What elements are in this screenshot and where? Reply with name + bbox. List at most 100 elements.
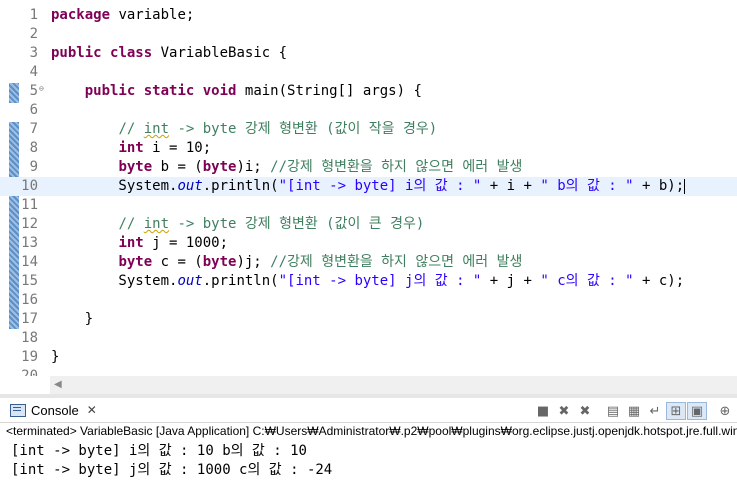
line-number: 11: [21, 197, 38, 213]
line-number: 18: [21, 330, 38, 346]
keyword-token: int: [118, 235, 144, 251]
code-editor[interactable]: 1 package variable; 2 3 public class Variabl…: [0, 0, 737, 376]
clear-console-icon[interactable]: ▤: [603, 402, 623, 420]
line-number: 14: [21, 254, 38, 270]
keyword-token: static: [143, 83, 195, 99]
console-toolbar: ■ ✖ ✖ ▤ ▦ ↵ ⊞ ▣ ⊕: [533, 401, 735, 421]
code-line[interactable]: 6: [0, 101, 737, 120]
line-number: 16: [21, 292, 38, 308]
code-text: )i;: [236, 159, 271, 175]
keyword-token: public: [84, 83, 136, 99]
code-text: main(String[] args) {: [236, 83, 422, 99]
code-line[interactable]: 15 System.out.println("[int -> byte] j의 …: [0, 272, 737, 291]
toolbar-separator: [596, 402, 602, 420]
code-line[interactable]: 8 int i = 10;: [0, 139, 737, 158]
code-text: i = 10;: [143, 140, 212, 156]
code-text: b = (: [152, 159, 203, 175]
comment-token: //강제 형변환을 하지 않으면 에러 발생: [270, 159, 523, 175]
code-text: .println(: [202, 273, 279, 289]
code-text: + c);: [633, 273, 685, 289]
code-line[interactable]: 7 // int -> byte 강제 형변환 (값이 작을 경우): [0, 120, 737, 139]
code-line[interactable]: 13 int j = 1000;: [0, 234, 737, 253]
remove-launch-icon[interactable]: ✖: [554, 402, 574, 420]
comment-token: //: [118, 216, 144, 232]
line-number: 15: [21, 273, 38, 289]
line-number: 8: [29, 140, 38, 156]
line-number: 2: [29, 26, 38, 42]
code-line[interactable]: 5 ⊖ public static void main(String[] args…: [0, 82, 737, 101]
code-text: int i = 10;: [51, 139, 211, 158]
code-text: System.: [51, 178, 178, 194]
code-line[interactable]: 3 public class VariableBasic {: [0, 44, 737, 63]
console-output-line: [int -> byte] j의 값 : 1000 c의 값 : -24: [11, 462, 333, 478]
code-text: j = 1000;: [143, 235, 229, 251]
tab-console[interactable]: Console ✕: [4, 400, 103, 420]
code-line[interactable]: 9 byte b = (byte)i; //강제 형변환을 하지 않으면 에러 …: [0, 158, 737, 177]
keyword-token: byte: [118, 159, 153, 175]
code-text: package variable;: [51, 6, 194, 25]
line-number: 17: [21, 311, 38, 327]
console-icon: [10, 403, 26, 417]
code-line[interactable]: 2: [0, 25, 737, 44]
line-number: 4: [29, 64, 38, 80]
code-line[interactable]: 14 byte c = (byte)j; //강제 형변환을 하지 않으면 에러…: [0, 253, 737, 272]
console-output-line: [int -> byte] i의 값 : 10 b의 값 : 10: [11, 443, 307, 459]
scroll-lock-icon[interactable]: ▦: [624, 402, 644, 420]
keyword-token: byte: [202, 159, 237, 175]
code-line[interactable]: 12 // int -> byte 강제 형변환 (값이 큰 경우): [0, 215, 737, 234]
code-text: VariableBasic {: [152, 45, 288, 61]
code-line[interactable]: 20: [0, 367, 737, 376]
keyword-token: byte: [118, 254, 153, 270]
comment-token: -> byte 강제 형변환 (값이 큰 경우): [169, 216, 425, 232]
console-launch-header: <terminated> VariableBasic [Java Applica…: [6, 424, 737, 438]
code-text: variable;: [110, 7, 195, 23]
code-text: c = (: [152, 254, 203, 270]
code-text: System.out.println("[int -> byte] j의 값 :…: [51, 272, 684, 291]
code-line[interactable]: 1 package variable;: [0, 6, 737, 25]
code-text: byte c = (byte)j; //강제 형변환을 하지 않으면 에러 발생: [51, 253, 522, 272]
code-text: + b);: [633, 178, 685, 194]
line-number: 13: [21, 235, 38, 251]
code-line[interactable]: 4: [0, 63, 737, 82]
code-text: }: [51, 311, 94, 327]
code-line[interactable]: 19}: [0, 348, 737, 367]
line-number: 20: [21, 368, 38, 376]
keyword-token: public: [51, 45, 102, 61]
code-text: // int -> byte 강제 형변환 (값이 큰 경우): [51, 215, 424, 234]
code-line[interactable]: 17 }: [0, 310, 737, 329]
line-number: 9: [29, 159, 38, 175]
code-line[interactable]: 10 System.out.println("[int -> byte] i의 …: [0, 177, 737, 196]
field-token: out: [177, 273, 203, 289]
code-line[interactable]: 16: [0, 291, 737, 310]
code-text: System.out.println("[int -> byte] i의 값 :…: [51, 177, 686, 196]
terminate-icon[interactable]: ■: [533, 402, 553, 420]
field-token: out: [177, 178, 203, 194]
toolbar-separator: [708, 402, 714, 420]
horizontal-scrollbar[interactable]: ◀: [50, 376, 737, 394]
remove-all-launches-icon[interactable]: ✖: [575, 402, 595, 420]
fold-toggle-icon[interactable]: ⊖: [39, 85, 44, 93]
pin-console-icon[interactable]: ⊞: [666, 402, 686, 420]
keyword-token: void: [202, 83, 237, 99]
code-text: + i +: [481, 178, 541, 194]
display-selected-console-icon[interactable]: ▣: [687, 402, 707, 420]
keyword-token: package: [51, 7, 111, 23]
code-text: + j +: [481, 273, 541, 289]
close-icon[interactable]: ✕: [87, 403, 97, 417]
code-text: )j;: [236, 254, 271, 270]
open-console-icon[interactable]: ⊕: [715, 402, 735, 420]
comment-token: int: [143, 121, 170, 137]
word-wrap-icon[interactable]: ↵: [645, 402, 665, 420]
code-line[interactable]: 18: [0, 329, 737, 348]
code-line[interactable]: 11: [0, 196, 737, 215]
scroll-left-icon[interactable]: ◀: [54, 379, 62, 390]
string-token: " c의 값 : ": [540, 273, 634, 289]
code-text: public static void main(String[] args) {: [51, 82, 422, 101]
line-number: 12: [21, 216, 38, 232]
code-text: .println(: [202, 178, 279, 194]
